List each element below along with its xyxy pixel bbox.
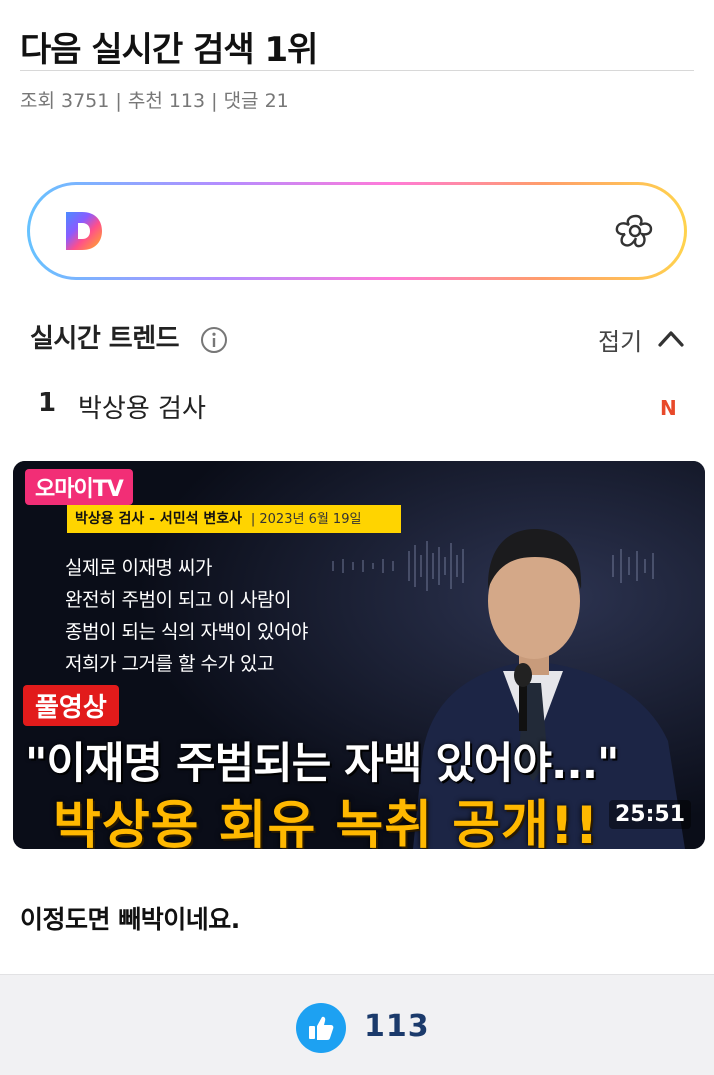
post-title: 다음 실시간 검색 1위 (20, 30, 318, 70)
new-badge: N (660, 396, 677, 420)
video-headline-1: "이재명 주범되는 자백 있어야..." (25, 739, 619, 789)
chevron-up-icon[interactable] (656, 326, 686, 350)
quote-line: 실제로 이재명 씨가 (65, 557, 212, 579)
like-count: 113 (364, 1009, 430, 1044)
trend-header: 실시간 트렌드 (30, 324, 180, 354)
info-icon[interactable] (200, 326, 228, 354)
quote-line: 완전히 주범이 되고 이 사람이 (65, 589, 291, 611)
fold-button[interactable]: 접기 (598, 322, 642, 357)
caption-bar: 박상용 검사 - 서민석 변호사 | 2023년 6월 19일 (67, 505, 401, 533)
caption-date: 2023년 6월 19일 (259, 512, 362, 527)
thumbs-up-icon (309, 1016, 334, 1040)
like-button[interactable] (296, 1003, 346, 1053)
daum-logo-icon (66, 212, 102, 250)
channel-tag: 오마이TV (25, 469, 133, 505)
quote-line: 종범이 되는 식의 자백이 있어야 (65, 621, 308, 643)
full-video-tag: 풀영상 (23, 685, 119, 726)
recommend-bar: 113 (0, 974, 714, 1075)
flower-icon[interactable] (614, 210, 658, 254)
title-divider (20, 70, 694, 71)
post-meta: 조회 3751 | 추천 113 | 댓글 21 (20, 90, 289, 112)
video-duration: 25:51 (608, 800, 691, 829)
trend-keyword[interactable]: 박상용 검사 (78, 388, 206, 425)
quote-line: 저희가 그거를 할 수가 있고 (65, 653, 274, 675)
search-inner[interactable] (30, 185, 684, 277)
caption-title: 박상용 검사 - 서민석 변호사 (75, 511, 242, 527)
daum-search-bar[interactable] (27, 182, 687, 280)
video-headline-2: 박상용 회유 녹취 공개!! (53, 796, 600, 849)
trend-rank: 1 (38, 388, 57, 418)
video-thumbnail[interactable]: 오마이TV 박상용 검사 - 서민석 변호사 | 2023년 6월 19일 실제… (13, 461, 705, 849)
post-body-text: 이정도면 빼박이네요. (20, 905, 240, 934)
